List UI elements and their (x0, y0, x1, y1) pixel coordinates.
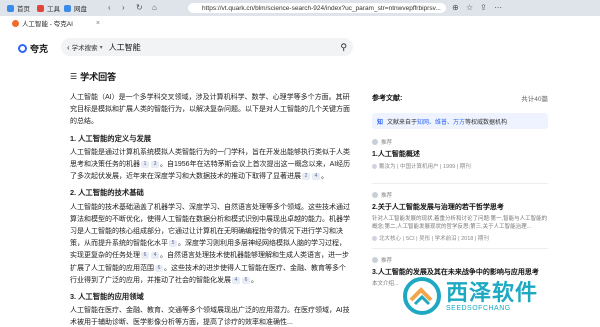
bookmark-label: 网盘 (74, 6, 87, 13)
forward-icon[interactable]: › (122, 3, 125, 12)
home-icon (7, 4, 14, 12)
card-tag: 推荐 (381, 193, 393, 199)
paragraph-text: 。 (321, 173, 328, 181)
bookmark-label: 首页 (17, 6, 30, 13)
section-paragraph: 人工智能的技术基础涵盖了机器学习、深度学习、自然语言处理等多个领域。这些技术通过… (70, 202, 352, 287)
bookmark-tools[interactable]: 工具 (37, 2, 60, 14)
watermark: 西泽软件 SEEDSOFCHANG (402, 276, 538, 316)
section-paragraph: 人工智能是通过计算机系统模拟人类智能行为的一门学科，旨在开发出能够执行类似于人类… (70, 147, 352, 184)
translate-icon[interactable]: ⊕ (452, 3, 459, 12)
card-meta: 推荐 (372, 256, 548, 264)
paragraph-text: 。 (251, 276, 258, 284)
tab-title: 人工智能 - 夸克AI (22, 21, 73, 28)
answer-body: 人工智能（AI）是一个多学科交叉领域，涉及计算机科学、数学、心理学等多个方面。其… (70, 92, 352, 327)
search-scope-label: 学术搜索 (71, 45, 98, 52)
watermark-en: SEEDSOFCHANG (446, 304, 511, 312)
banner-sources: 知网、维普、万方 (417, 119, 466, 126)
quark-favicon-icon (12, 19, 19, 27)
section-heading: 2. 人工智能的技术基础 (70, 188, 144, 198)
references-title: 参考文献: (372, 95, 403, 102)
reload-icon[interactable]: ↻ (136, 3, 143, 12)
card-source: 北大核心 | SCI | 吴彤 | 学术前沿 | 2018 | 期刊 (372, 234, 548, 242)
answer-intro: 人工智能（AI）是一个多学科交叉领域，涉及计算机科学、数学、心理学等多个方面。其… (70, 94, 350, 126)
card-meta: 推荐 (372, 138, 548, 146)
search-scope-dropdown[interactable]: ‹ 学术搜索 ▾ (67, 42, 103, 53)
browser-tab[interactable]: 人工智能 - 夸克AI × (8, 16, 104, 30)
citation-marker[interactable]: 4 (151, 252, 159, 260)
citation-marker[interactable]: 4 (312, 173, 320, 181)
back-icon[interactable]: ‹ (108, 3, 111, 12)
reference-card-2[interactable]: 推荐 2.关于人工智能发展与治理的若干哲学思考 针对人工智能发展的现状,着重分析… (372, 191, 548, 242)
sources-banner: 知 文献来自于知网、维普、万方等权威数据机构 (372, 113, 548, 129)
citation-marker[interactable]: 6 (242, 276, 250, 284)
card-description: 针对人工智能发展的现状,着重分析和讨论了问题:第一,智能与人工智能的概念;第二,… (372, 216, 548, 230)
banner-text: 文献来自于知网、维普、万方等权威数据机构 (387, 117, 507, 126)
tools-icon (37, 4, 44, 12)
card-title: 1.人工智能概述 (372, 151, 420, 158)
bookmark-home[interactable]: 首页 (7, 2, 30, 14)
references-count: 共计40篇 (521, 96, 548, 103)
citation-marker[interactable]: 4 (232, 276, 240, 284)
citation-marker[interactable]: 1 (141, 161, 149, 169)
reference-card-1[interactable]: 推荐 1.人工智能概述 戴汝为 | 中国计算机用户 | 1999 | 期刊 (372, 138, 548, 170)
source-icon (372, 235, 377, 241)
search-icon[interactable]: ⚲ (340, 42, 347, 53)
card-source-text: 戴汝为 | 中国计算机用户 | 1999 | 期刊 (379, 164, 471, 170)
bookmark-netdisk[interactable]: 网盘 (64, 2, 87, 14)
card-meta: 推荐 (372, 191, 548, 199)
card-title: 2.关于人工智能发展与治理的若干哲学思考 (372, 204, 504, 211)
section-heading: 3. 人工智能的应用领域 (70, 292, 144, 302)
recommend-icon (372, 192, 378, 198)
card-source-text: 北大核心 | SCI | 吴彤 | 学术前沿 | 2018 | 期刊 (379, 236, 489, 242)
quark-logo[interactable]: 夸克 (18, 42, 48, 55)
references-header: 参考文献: 共计40篇 (372, 93, 548, 103)
recommend-icon (372, 257, 378, 263)
answer-title: 学术回答 (80, 72, 117, 82)
watermark-logo-icon (403, 277, 441, 315)
citation-marker[interactable]: 6 (141, 252, 149, 260)
watermark-text: 西泽软件 SEEDSOFCHANG (446, 279, 539, 312)
card-tag: 推荐 (381, 258, 393, 264)
divider (372, 248, 548, 249)
share-icon[interactable]: ⇪ (480, 3, 487, 12)
more-icon[interactable]: ⋯ (494, 3, 502, 12)
chevron-left-icon: ‹ (67, 42, 70, 52)
section-heading: 1. 人工智能的定义与发展 (70, 133, 152, 143)
card-source: 戴汝为 | 中国计算机用户 | 1999 | 期刊 (372, 162, 548, 170)
search-box[interactable]: ‹ 学术搜索 ▾ 人工智能 ⚲ (61, 38, 353, 56)
citation-marker[interactable]: 5 (169, 240, 177, 248)
citation-marker[interactable]: 3 (151, 161, 159, 169)
recommend-icon (372, 139, 378, 145)
card-tag: 推荐 (381, 140, 393, 146)
logo-text: 夸克 (30, 44, 49, 54)
cnki-icon: 知 (377, 119, 384, 126)
citation-marker[interactable]: 6 (155, 264, 163, 272)
list-icon: ☰ (70, 72, 78, 81)
divider (372, 183, 548, 184)
home-page-icon[interactable]: ⌂ (152, 3, 157, 12)
source-icon (372, 163, 377, 169)
banner-suffix: 等权威数据机构 (465, 119, 508, 126)
watermark-cn: 西泽软件 (446, 279, 539, 305)
search-input[interactable]: 人工智能 (109, 42, 141, 53)
bookmark-star-icon[interactable]: ☆ (466, 3, 473, 12)
quark-logo-icon (18, 44, 27, 53)
address-bar[interactable]: https://vt.quark.cn/blm/science-search-9… (188, 3, 446, 13)
citation-marker[interactable]: 2 (302, 173, 310, 181)
close-icon[interactable]: × (96, 20, 100, 27)
cloud-icon (64, 4, 71, 12)
bookmark-label: 工具 (47, 6, 60, 13)
section-paragraph: 人工智能在医疗、金融、教育、交通等多个领域展现出广泛的应用潜力。在医疗领域，AI… (70, 307, 350, 327)
banner-prefix: 文献来自于 (387, 119, 418, 126)
chevron-down-icon: ▾ (99, 44, 103, 51)
answer-heading: ☰ 学术回答 (70, 70, 116, 83)
